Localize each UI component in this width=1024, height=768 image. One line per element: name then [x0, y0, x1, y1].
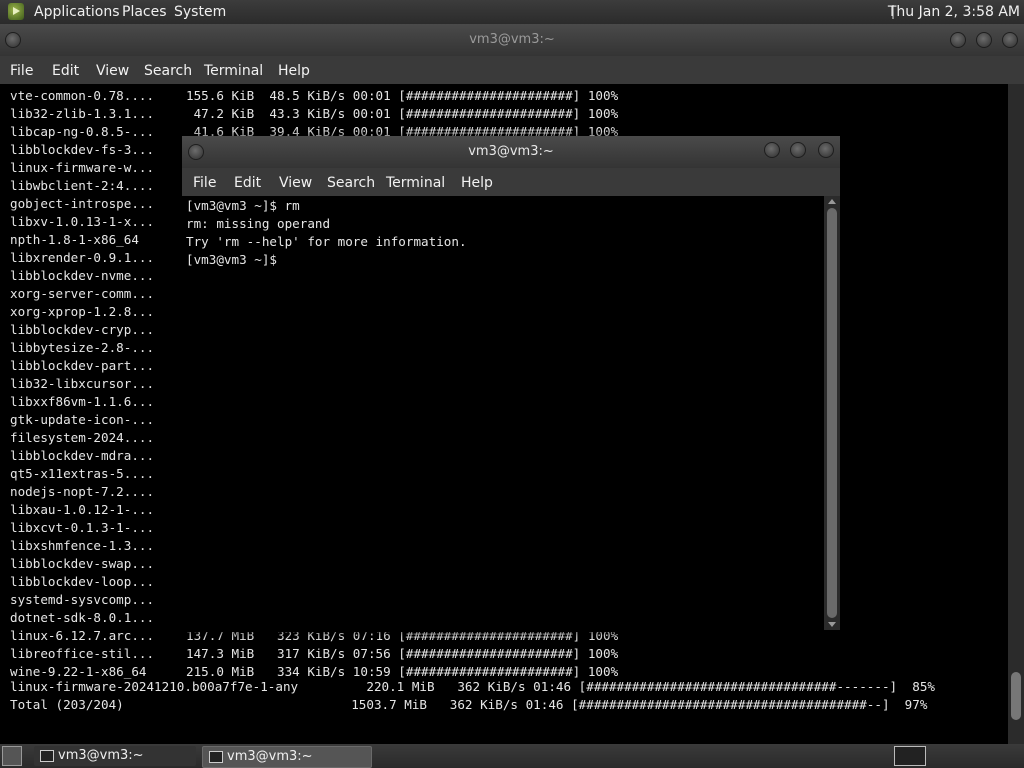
terminal-line: rm: missing operand [186, 216, 331, 231]
menu-edit[interactable]: Edit [52, 63, 79, 79]
terminal-line-package: libcap-ng-0.8.5-... [10, 124, 155, 139]
terminal-line-package: libblockdev-loop... [10, 574, 155, 589]
terminal-line-package: libreoffice-stil... [10, 646, 155, 661]
menu-terminal[interactable]: Terminal [386, 175, 445, 191]
terminal-line-package: vte-common-0.78.... [10, 88, 155, 103]
terminal-line-package: libblockdev-swap... [10, 556, 155, 571]
front-window-titlebar[interactable]: vm3@vm3:~ [182, 136, 840, 168]
terminal-line-package: libxau-1.0.12-1-... [10, 502, 155, 517]
terminal-line-package: gtk-update-icon-... [10, 412, 155, 427]
terminal-line-package: xorg-server-comm... [10, 286, 155, 301]
terminal-line-package: gobject-introspe... [10, 196, 155, 211]
applications-menu[interactable]: Applications [34, 4, 120, 20]
minimize-button[interactable] [950, 32, 966, 48]
terminal-line: Try 'rm --help' for more information. [186, 234, 467, 249]
terminal-line-package: lib32-libxcursor... [10, 376, 155, 391]
top-panel: Applications Places System Thu Jan 2, 3:… [0, 0, 1024, 24]
terminal-line-package: libblockdev-cryp... [10, 322, 155, 337]
terminal-icon [40, 750, 54, 762]
menu-help[interactable]: Help [278, 63, 310, 79]
front-terminal-window: vm3@vm3:~ File Edit View Search Terminal… [182, 136, 840, 632]
back-scrollbar-thumb[interactable] [1011, 672, 1021, 720]
front-window-menubar: File Edit View Search Terminal Help [182, 168, 840, 196]
menu-view[interactable]: View [96, 63, 129, 79]
minimize-button[interactable] [764, 142, 780, 158]
maximize-button[interactable] [790, 142, 806, 158]
clock[interactable]: Thu Jan 2, 3:58 AM [888, 4, 1020, 20]
back-window-titlebar[interactable]: vm3@vm3:~ [0, 24, 1024, 56]
terminal-line-stats: 147.3 MiB 317 KiB/s 07:56 [#############… [186, 646, 619, 661]
terminal-prompt: [vm3@vm3 ~]$ [186, 252, 277, 267]
menu-search[interactable]: Search [327, 175, 375, 191]
bottom-panel: vm3@vm3:~ vm3@vm3:~ [0, 744, 1024, 768]
terminal-line-firmware: linux-firmware-20241210.b00a7f7e-1-any 2… [10, 679, 936, 694]
front-terminal-output[interactable]: [vm3@vm3 ~]$ rm rm: missing operand Try … [182, 196, 824, 630]
terminal-line-package: dotnet-sdk-8.0.1... [10, 610, 155, 625]
menu-view[interactable]: View [279, 175, 312, 191]
taskbar-item-terminal-active[interactable]: vm3@vm3:~ [202, 746, 372, 768]
taskbar-item-terminal[interactable]: vm3@vm3:~ [34, 746, 196, 766]
terminal-line-package: systemd-sysvcomp... [10, 592, 155, 607]
front-window-title: vm3@vm3:~ [468, 144, 554, 159]
menu-file[interactable]: File [10, 63, 33, 79]
system-menu[interactable]: System [174, 4, 226, 20]
menu-edit[interactable]: Edit [234, 175, 261, 191]
terminal-line-package: libxv-1.0.13-1-x... [10, 214, 155, 229]
places-menu[interactable]: Places [122, 4, 167, 20]
terminal-line: [vm3@vm3 ~]$ rm [186, 198, 300, 213]
front-scrollbar-thumb[interactable] [827, 208, 837, 618]
terminal-line-package: linux-6.12.7.arc... [10, 628, 155, 643]
terminal-line-package: libblockdev-nvme... [10, 268, 155, 283]
terminal-line-stats: 155.6 KiB 48.5 KiB/s 00:01 [############… [186, 88, 619, 103]
show-desktop-icon[interactable] [2, 746, 22, 766]
terminal-line-package: libblockdev-part... [10, 358, 155, 373]
terminal-line-package: linux-firmware-w... [10, 160, 155, 175]
terminal-line-package: libxrender-0.9.1... [10, 250, 155, 265]
back-scrollbar[interactable] [1008, 84, 1024, 744]
terminal-icon [209, 751, 223, 763]
terminal-line-package: libwbclient-2:4.... [10, 178, 155, 193]
terminal-line-package: libbytesize-2.8-... [10, 340, 155, 355]
terminal-line-package: lib32-zlib-1.3.1... [10, 106, 155, 121]
maximize-button[interactable] [976, 32, 992, 48]
terminal-line-total: Total (203/204) 1503.7 MiB 362 KiB/s 01:… [10, 697, 928, 712]
menu-terminal[interactable]: Terminal [204, 63, 263, 79]
terminal-line-package: xorg-xprop-1.2.8... [10, 304, 155, 319]
terminal-line-package: npth-1.8-1-x86_64 [10, 232, 139, 247]
scroll-up-icon[interactable] [828, 199, 836, 204]
window-menu-icon[interactable] [5, 32, 21, 48]
close-button[interactable] [818, 142, 834, 158]
terminal-line-package: libblockdev-fs-3... [10, 142, 155, 157]
terminal-line-package: libblockdev-mdra... [10, 448, 155, 463]
menu-search[interactable]: Search [144, 63, 192, 79]
terminal-line-package: nodejs-nopt-7.2.... [10, 484, 155, 499]
terminal-line-package: libxxf86vm-1.1.6... [10, 394, 155, 409]
terminal-line-package: filesystem-2024.... [10, 430, 155, 445]
terminal-line-package: libxcvt-0.1.3-1-... [10, 520, 155, 535]
front-scrollbar[interactable] [824, 196, 840, 630]
back-window-menubar: File Edit View Search Terminal Help [0, 56, 1024, 84]
window-menu-icon[interactable] [188, 144, 204, 160]
scroll-down-icon[interactable] [828, 622, 836, 627]
terminal-line-package: libxshmfence-1.3... [10, 538, 155, 553]
close-button[interactable] [1002, 32, 1018, 48]
workspace-switcher[interactable] [894, 746, 926, 766]
menu-file[interactable]: File [193, 175, 216, 191]
back-window-title: vm3@vm3:~ [469, 32, 555, 47]
terminal-line-stats: 47.2 KiB 43.3 KiB/s 00:01 [#############… [186, 106, 619, 121]
terminal-line-package: qt5-x11extras-5.... [10, 466, 155, 481]
applications-logo-icon[interactable] [8, 3, 24, 20]
menu-help[interactable]: Help [461, 175, 493, 191]
